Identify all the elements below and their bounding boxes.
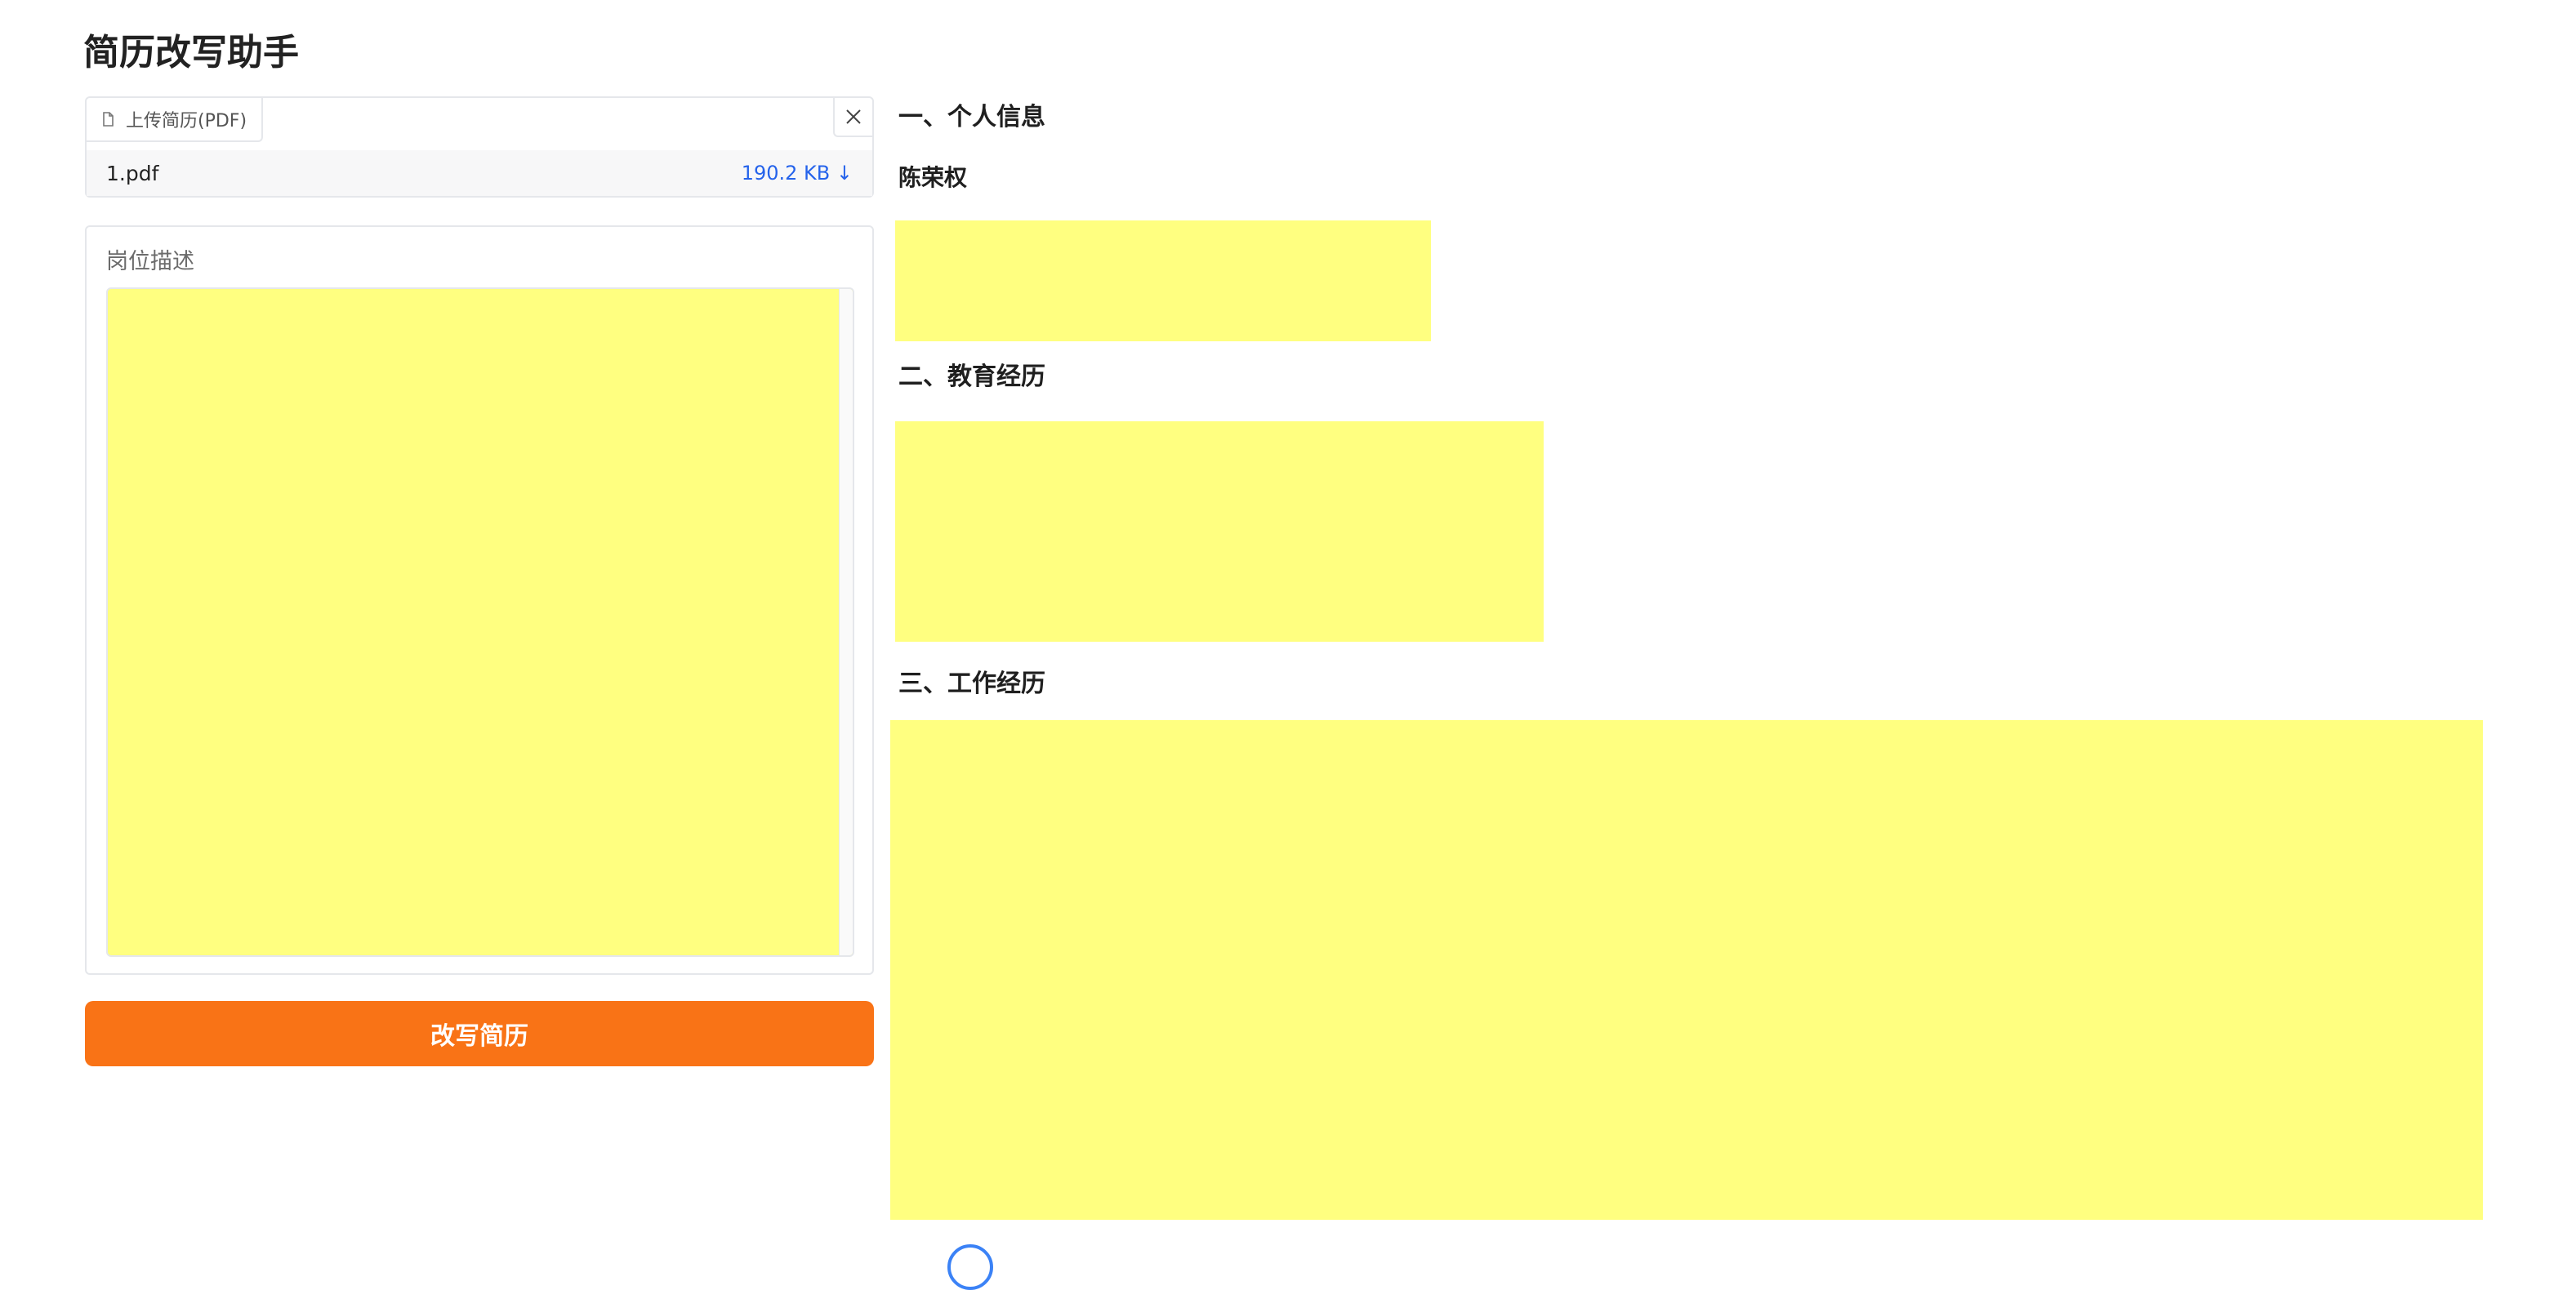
redacted-personal-details xyxy=(895,220,1431,341)
file-name: 1.pdf xyxy=(106,161,159,185)
page-title: 简历改写助手 xyxy=(83,32,299,73)
resume-upload: 上传简历(PDF) 1.pdf 190.2 KB ↓ xyxy=(85,96,874,198)
person-name: 陈荣权 xyxy=(898,164,968,191)
job-description-textarea[interactable] xyxy=(106,287,854,957)
upload-tab-label: 上传简历(PDF) xyxy=(126,111,247,131)
job-description-panel: 岗位描述 xyxy=(85,225,874,975)
section-education: 二、教育经历 xyxy=(898,363,1045,391)
loading-icon xyxy=(947,1244,993,1290)
section-personal-info: 一、个人信息 xyxy=(898,103,1045,131)
redacted-work-details xyxy=(890,720,2483,1220)
close-icon xyxy=(846,109,861,124)
textarea-scrollbar[interactable] xyxy=(839,289,853,955)
uploaded-file-row: 1.pdf 190.2 KB ↓ xyxy=(87,150,872,196)
file-icon xyxy=(100,111,116,127)
section-work-experience: 三、工作经历 xyxy=(898,669,1045,698)
close-button[interactable] xyxy=(833,98,872,137)
rewrite-resume-button[interactable]: 改写简历 xyxy=(85,1001,874,1066)
file-download-link[interactable]: 190.2 KB ↓ xyxy=(742,162,853,185)
job-description-label: 岗位描述 xyxy=(106,249,194,274)
upload-tab[interactable]: 上传简历(PDF) xyxy=(87,98,264,142)
redacted-education-details xyxy=(895,421,1544,642)
